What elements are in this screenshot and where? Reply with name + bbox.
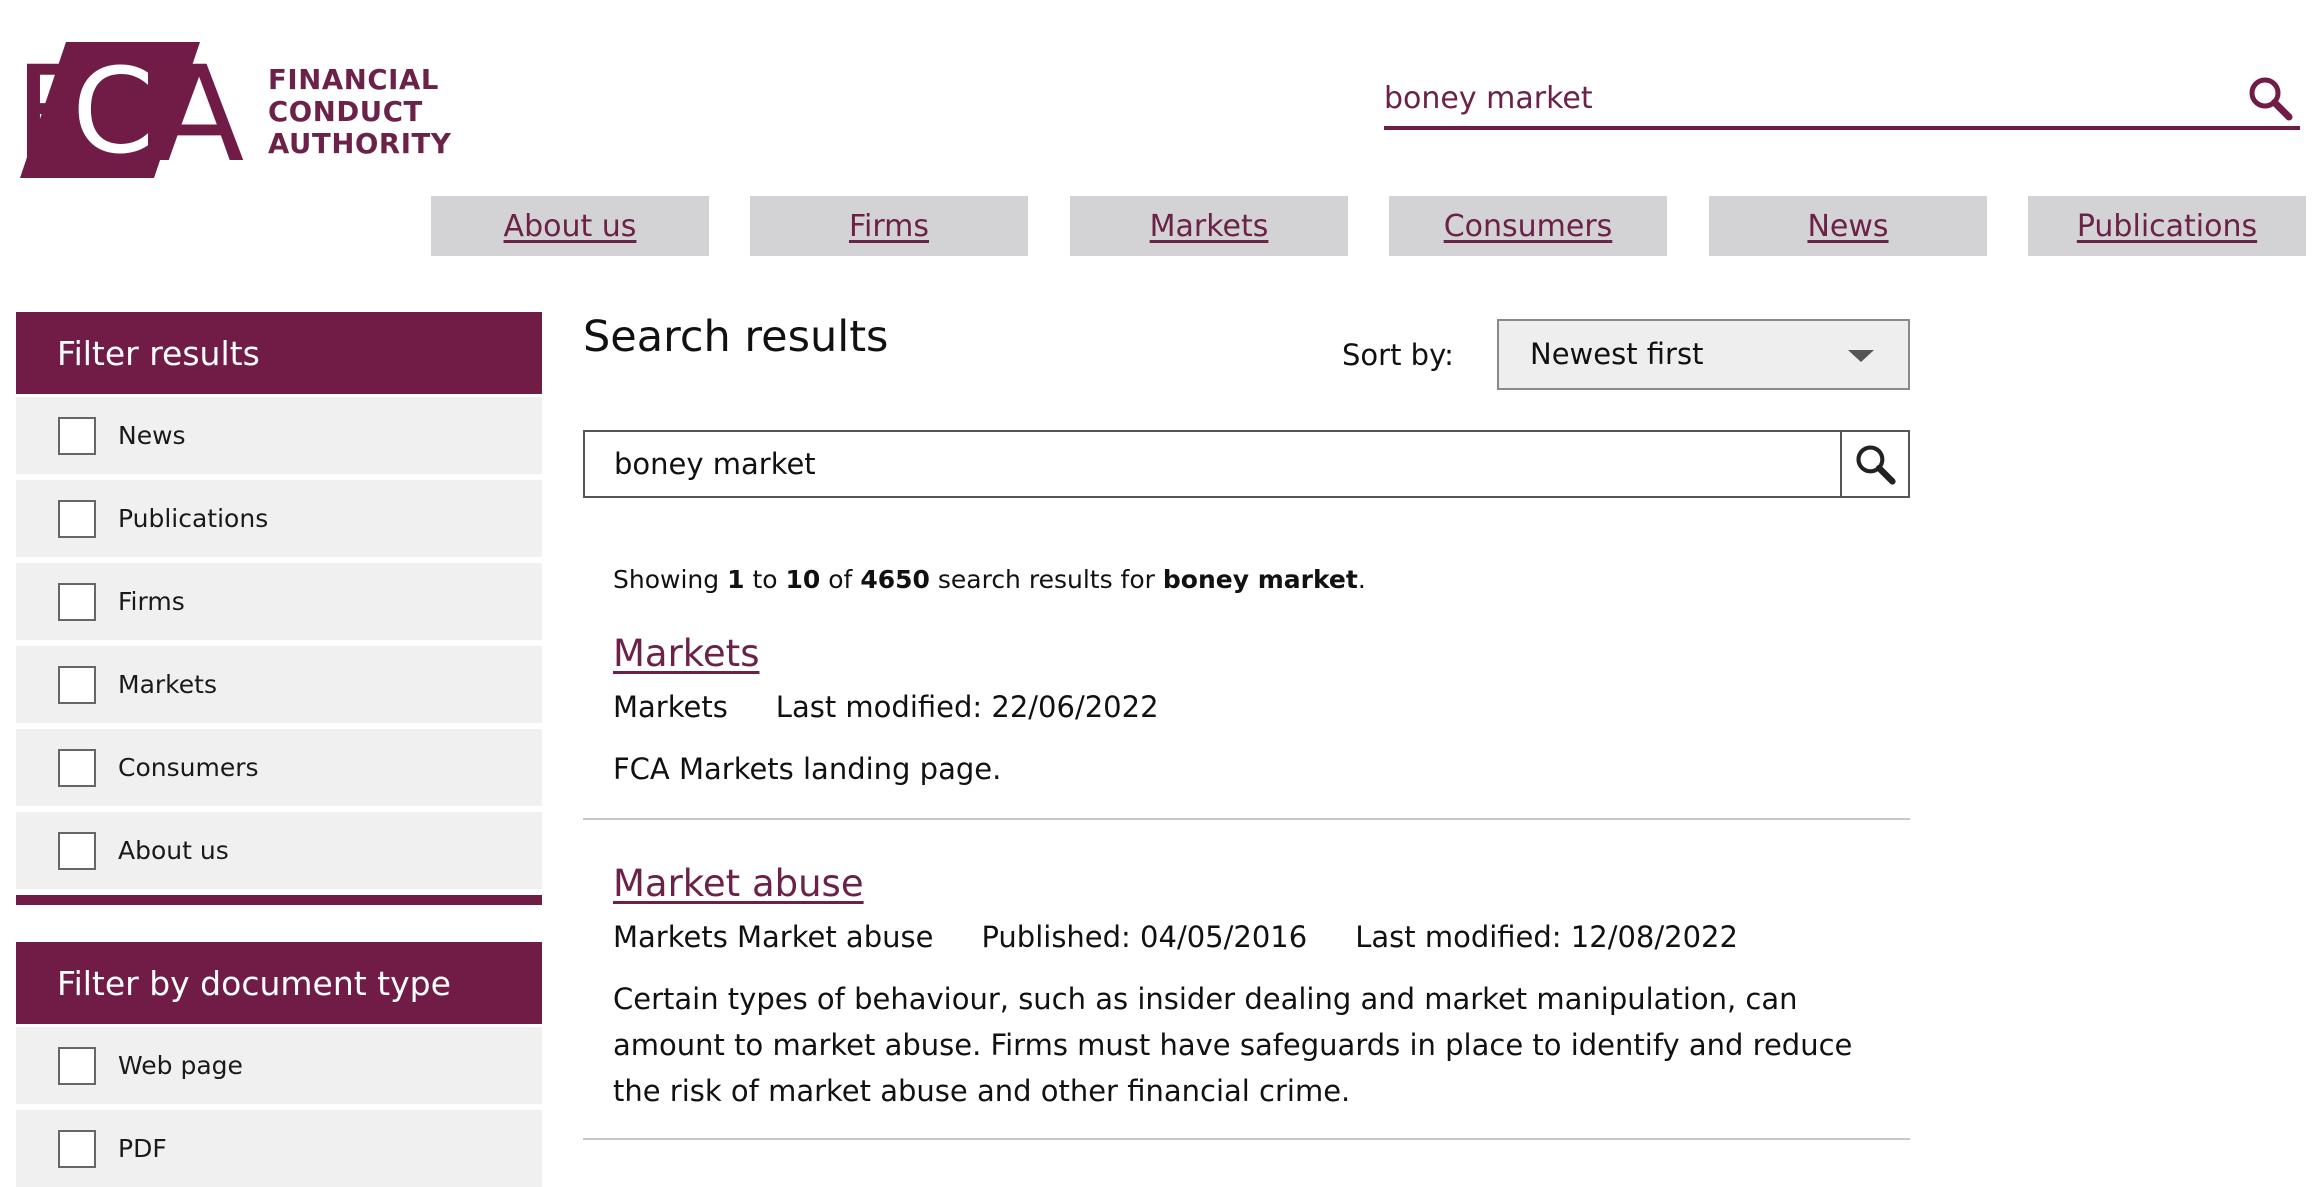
result-title-link[interactable]: Markets bbox=[613, 632, 759, 675]
checkbox[interactable] bbox=[58, 416, 96, 455]
filter-results-title: Filter results bbox=[16, 312, 542, 394]
result-category: Markets bbox=[613, 690, 728, 724]
checkbox[interactable] bbox=[58, 1129, 96, 1168]
filter-label: News bbox=[118, 421, 186, 450]
filter-item-news[interactable]: News bbox=[16, 397, 542, 474]
header-search bbox=[1384, 70, 2300, 130]
filter-item-markets[interactable]: Markets bbox=[16, 646, 542, 723]
nav-news[interactable]: News bbox=[1709, 196, 1987, 256]
result-title-link[interactable]: Market abuse bbox=[613, 862, 864, 905]
filter-label: Markets bbox=[118, 670, 217, 699]
results-search bbox=[583, 430, 1910, 498]
summary-text: to bbox=[752, 565, 778, 594]
fca-logo-mark: F C A bbox=[16, 42, 244, 178]
result-description: Certain types of behaviour, such as insi… bbox=[613, 982, 1853, 1108]
filter-doc-type-panel: Filter by document type Web page PDF bbox=[16, 942, 542, 1187]
header-search-button[interactable] bbox=[2246, 74, 2294, 122]
sort-label: Sort by: bbox=[1342, 338, 1454, 372]
checkbox[interactable] bbox=[58, 582, 96, 621]
logo-wordmark: FINANCIAL CONDUCT AUTHORITY bbox=[268, 64, 451, 160]
result-meta: Markets Market abuse Published: 04/05/201… bbox=[613, 920, 1786, 954]
filter-item-web-page[interactable]: Web page bbox=[16, 1027, 542, 1104]
nav-label: Markets bbox=[1149, 208, 1269, 244]
fca-logo[interactable]: F C A FINANCIAL CONDUCT AUTHORITY bbox=[16, 42, 451, 178]
results-search-button[interactable] bbox=[1840, 432, 1908, 496]
header-search-input[interactable] bbox=[1384, 70, 2204, 126]
nav-about-us[interactable]: About us bbox=[431, 196, 709, 256]
filter-label: Web page bbox=[118, 1051, 243, 1080]
summary-text: of bbox=[828, 565, 853, 594]
filter-label: Consumers bbox=[118, 753, 259, 782]
filter-label: PDF bbox=[118, 1134, 167, 1163]
checkbox[interactable] bbox=[58, 1046, 96, 1085]
nav-label: Publications bbox=[2076, 208, 2258, 244]
caret-down-icon bbox=[1848, 350, 1874, 362]
filter-item-firms[interactable]: Firms bbox=[16, 563, 542, 640]
summary-text: search results for bbox=[937, 565, 1155, 594]
filter-item-consumers[interactable]: Consumers bbox=[16, 729, 542, 806]
summary-to: 10 bbox=[785, 565, 821, 594]
result-description: FCA Markets landing page. bbox=[613, 752, 1002, 786]
logo-line: CONDUCT bbox=[268, 96, 423, 128]
nav-label: About us bbox=[503, 208, 637, 244]
filter-item-pdf[interactable]: PDF bbox=[16, 1110, 542, 1187]
checkbox[interactable] bbox=[58, 748, 96, 787]
svg-text:C: C bbox=[72, 42, 150, 178]
result-category: Markets Market abuse bbox=[613, 920, 934, 954]
result-modified: Last modified: 12/08/2022 bbox=[1355, 920, 1738, 954]
checkbox[interactable] bbox=[58, 831, 96, 870]
nav-markets[interactable]: Markets bbox=[1070, 196, 1348, 256]
nav-consumers[interactable]: Consumers bbox=[1389, 196, 1667, 256]
filter-item-about-us[interactable]: About us bbox=[16, 812, 542, 889]
filter-label: Publications bbox=[118, 504, 269, 533]
search-icon bbox=[1856, 445, 1896, 485]
page-title: Search results bbox=[583, 312, 889, 362]
checkbox[interactable] bbox=[58, 665, 96, 704]
sort-value: Newest first bbox=[1530, 337, 1704, 371]
panel-footer-bar bbox=[16, 895, 542, 905]
checkbox[interactable] bbox=[58, 499, 96, 538]
result-divider bbox=[583, 818, 1910, 820]
result-meta: Markets Last modified: 22/06/2022 bbox=[613, 690, 1207, 724]
filter-label: About us bbox=[118, 836, 229, 865]
logo-line: AUTHORITY bbox=[268, 128, 452, 160]
sort-select[interactable]: Newest first bbox=[1497, 319, 1910, 390]
summary-from: 1 bbox=[727, 565, 745, 594]
summary-text: Showing bbox=[613, 565, 720, 594]
results-search-input[interactable] bbox=[614, 432, 1814, 496]
nav-publications[interactable]: Publications bbox=[2028, 196, 2306, 256]
nav-firms[interactable]: Firms bbox=[750, 196, 1028, 256]
filter-doc-type-title: Filter by document type bbox=[16, 942, 542, 1024]
svg-text:A: A bbox=[154, 42, 244, 178]
nav-label: News bbox=[1807, 208, 1889, 244]
nav-label: Consumers bbox=[1443, 208, 1613, 244]
result-modified: Last modified: 22/06/2022 bbox=[775, 690, 1159, 724]
nav-label: Firms bbox=[848, 208, 930, 244]
summary-query: boney market bbox=[1162, 565, 1358, 594]
result-published: Published: 04/05/2016 bbox=[981, 920, 1308, 954]
summary-total: 4650 bbox=[860, 565, 930, 594]
filter-label: Firms bbox=[118, 587, 185, 616]
search-icon bbox=[2249, 77, 2293, 121]
result-item: Market abuse Markets Market abuse Publish… bbox=[583, 862, 1910, 1122]
logo-line: FINANCIAL bbox=[268, 64, 439, 96]
filter-item-publications[interactable]: Publications bbox=[16, 480, 542, 557]
result-item: Markets Markets Last modified: 22/06/2022… bbox=[583, 632, 1910, 812]
summary-end: . bbox=[1357, 565, 1366, 594]
results-summary: Showing 1 to 10 of 4650 search results f… bbox=[613, 565, 1366, 594]
filter-results-panel: Filter results News Publications Firms M… bbox=[16, 312, 542, 905]
